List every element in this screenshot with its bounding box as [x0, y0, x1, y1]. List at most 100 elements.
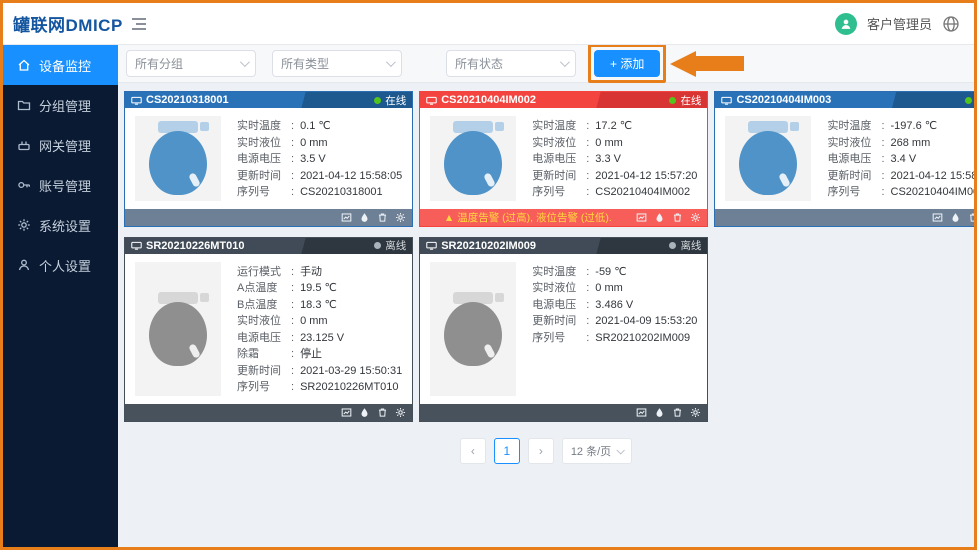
card-body: 运行模式:手动 A点温度:19.5 ℃ B点温度:18.3 ℃ 实时液位:0 m… [125, 254, 412, 404]
droplet-icon[interactable] [359, 212, 370, 223]
avatar[interactable] [835, 13, 857, 35]
gear-icon[interactable] [690, 407, 701, 418]
trash-icon[interactable] [672, 212, 683, 223]
field-label: 电源电压 [827, 151, 879, 168]
trash-icon[interactable] [377, 212, 388, 223]
gear-icon[interactable] [395, 212, 406, 223]
globe-icon[interactable] [942, 15, 960, 33]
gear-icon[interactable] [395, 407, 406, 418]
chart-icon[interactable] [932, 212, 943, 223]
droplet-icon[interactable] [654, 212, 665, 223]
chart-icon[interactable] [341, 212, 352, 223]
field-value: 19.5 ℃ [300, 280, 337, 297]
add-device-button[interactable]: + 添加 [594, 50, 660, 77]
field-label: 更新时间 [237, 168, 289, 185]
droplet-icon[interactable] [950, 212, 961, 223]
chart-icon[interactable] [636, 212, 647, 223]
field-value: 0 mm [595, 280, 623, 297]
device-title: CS20210318001 [146, 94, 229, 106]
field-value: 268 mm [891, 135, 931, 152]
status-dot [669, 242, 676, 249]
sidebar-collapse-icon[interactable] [132, 18, 146, 30]
sidebar-item-account-management[interactable]: 账号管理 [3, 165, 118, 205]
card-footer [125, 209, 412, 226]
field-value: CS20210404IM002 [595, 184, 690, 201]
page-1-button[interactable]: 1 [494, 438, 520, 464]
tank-image [725, 116, 811, 201]
droplet-icon[interactable] [654, 407, 665, 418]
field-value: 手动 [300, 264, 322, 281]
sidebar-item-label: 网关管理 [39, 136, 91, 155]
device-icon [131, 241, 142, 250]
sidebar-item-gateway-management[interactable]: 网关管理 [3, 125, 118, 165]
chevron-down-icon [240, 57, 250, 67]
field-value: 2021-04-12 15:58:03 [891, 168, 975, 185]
chart-icon[interactable] [636, 407, 647, 418]
field-label: B点温度 [237, 297, 289, 314]
field-label: 实时液位 [827, 135, 879, 152]
field-label: 序列号 [237, 379, 289, 396]
field-value: 3.486 V [595, 297, 633, 314]
status-label: 离线 [680, 238, 701, 253]
card-body: 实时温度:0.1 ℃ 实时液位:0 mm 电源电压:3.5 V 更新时间:202… [125, 108, 412, 209]
field-label: 实时液位 [532, 135, 584, 152]
status-label: 在线 [680, 93, 701, 108]
card-footer [125, 404, 412, 421]
topbar-user-area: 客户管理员 [835, 13, 974, 35]
tank-image [430, 116, 516, 201]
field-value: 17.2 ℃ [595, 118, 632, 135]
field-value: 2021-04-12 15:57:20 [595, 168, 697, 185]
field-value: SR20210202IM009 [595, 330, 690, 347]
card-header: SR20210202IM009 离线 [420, 238, 707, 254]
field-value: 3.3 V [595, 151, 621, 168]
page-size-value: 12 条/页 [571, 443, 611, 459]
field-label: 电源电压 [532, 151, 584, 168]
field-value: 2021-04-12 15:58:05 [300, 168, 402, 185]
prev-page-button[interactable]: ‹ [460, 438, 486, 464]
trash-icon[interactable] [377, 407, 388, 418]
page-size-select[interactable]: 12 条/页 [562, 438, 632, 464]
trash-icon[interactable] [968, 212, 974, 223]
card-header: SR20210226MT010 离线 [125, 238, 412, 254]
gear-icon[interactable] [690, 212, 701, 223]
user-name[interactable]: 客户管理员 [867, 14, 932, 33]
sidebar-item-system-settings[interactable]: 系统设置 [3, 205, 118, 245]
group-filter-value: 所有分组 [135, 55, 183, 72]
device-card-grid: CS20210318001 在线 实时温度:0.1 ℃ 实时液位:0 mm 电源… [118, 83, 974, 422]
field-label: 电源电压 [237, 330, 289, 347]
card-header: CS20210404IM003 在线 [715, 92, 974, 108]
next-page-button[interactable]: › [528, 438, 554, 464]
field-value: 2021-04-09 15:53:20 [595, 313, 697, 330]
trash-icon[interactable] [672, 407, 683, 418]
field-label: 实时液位 [237, 313, 289, 330]
field-label: 更新时间 [237, 363, 289, 380]
app-logo: 罐联网DMICP [3, 11, 118, 36]
sidebar-item-personal-settings[interactable]: 个人设置 [3, 245, 118, 285]
card-body: 实时温度:-197.6 ℃ 实时液位:268 mm 电源电压:3.4 V 更新时… [715, 108, 974, 209]
status-filter-select[interactable]: 所有状态 [446, 50, 576, 77]
field-label: 序列号 [237, 184, 289, 201]
card-header: CS20210404IM002 在线 [420, 92, 707, 108]
sidebar-item-label: 设备监控 [39, 56, 91, 75]
group-filter-select[interactable]: 所有分组 [126, 50, 256, 77]
sidebar-item-group-management[interactable]: 分组管理 [3, 85, 118, 125]
type-filter-value: 所有类型 [281, 55, 329, 72]
field-label: 实时温度 [532, 264, 584, 281]
device-card: CS20210404IM003 在线 实时温度:-197.6 ℃ 实时液位:26… [714, 91, 974, 227]
sidebar-item-device-monitor[interactable]: 设备监控 [3, 45, 118, 85]
field-label: 实时温度 [827, 118, 879, 135]
device-card: CS20210404IM002 在线 实时温度:17.2 ℃ 实时液位:0 mm… [419, 91, 708, 227]
field-value: SR20210226MT010 [300, 379, 398, 396]
device-card: SR20210226MT010 离线 运行模式:手动 A点温度:19.5 ℃ B… [124, 237, 413, 422]
gateway-icon [17, 138, 31, 152]
field-label: 除霜 [237, 346, 289, 363]
chart-icon[interactable] [341, 407, 352, 418]
device-icon [131, 96, 142, 105]
field-value: 0 mm [595, 135, 623, 152]
status-filter-value: 所有状态 [455, 55, 503, 72]
droplet-icon[interactable] [359, 407, 370, 418]
field-value: 0.1 ℃ [300, 118, 331, 135]
type-filter-select[interactable]: 所有类型 [272, 50, 402, 77]
main-content: 所有分组 所有类型 所有状态 + 添加 CS2021 [118, 45, 974, 547]
field-label: 电源电压 [532, 297, 584, 314]
